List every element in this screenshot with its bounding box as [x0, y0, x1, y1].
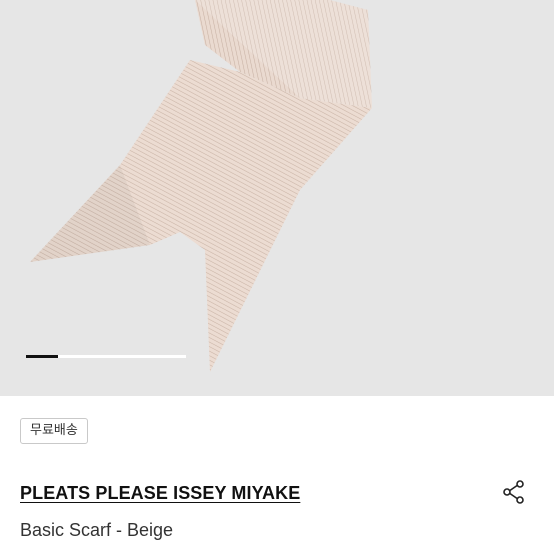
free-shipping-badge: 무료배송	[20, 418, 88, 444]
product-image-carousel[interactable]	[0, 0, 554, 396]
product-image	[30, 0, 372, 372]
share-button[interactable]	[498, 476, 530, 508]
share-icon	[503, 480, 524, 504]
brand-name-link[interactable]: PLEATS PLEASE ISSEY MIYAKE	[20, 483, 300, 504]
carousel-progress-indicator	[26, 355, 58, 358]
product-name: Basic Scarf - Beige	[20, 520, 174, 540]
carousel-progress-track	[26, 355, 186, 358]
